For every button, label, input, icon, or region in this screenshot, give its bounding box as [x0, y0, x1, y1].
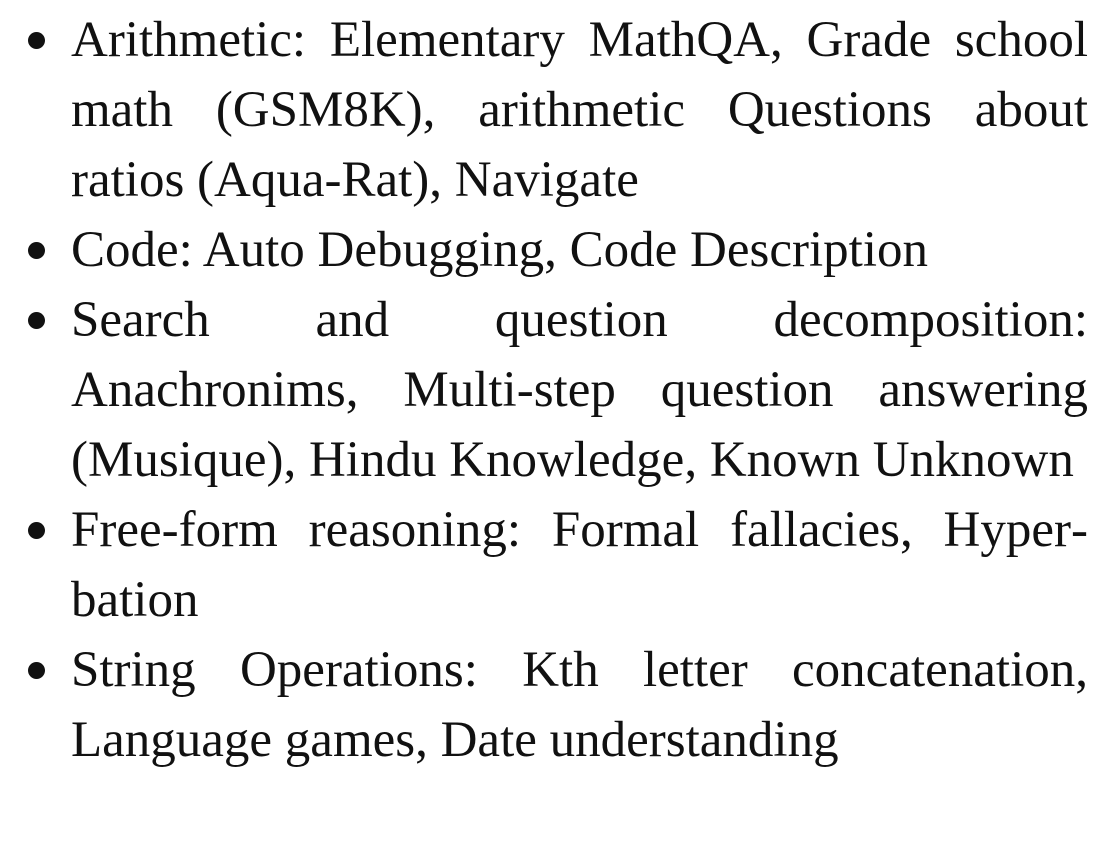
- list-item-text: String Operations: Kth letter concatenat…: [71, 642, 1088, 768]
- bullet-icon: [28, 242, 45, 259]
- list-item: Arithmetic: Elementary MathQA, Grade sch…: [18, 5, 1088, 215]
- list-item-text: Free-form reasoning: Formal fallacies, H…: [71, 502, 1088, 628]
- list-item: Search and question decomposition: Anach…: [18, 285, 1088, 495]
- list-item-text: Code: Auto Debugging, Code Description: [71, 222, 928, 278]
- bullet-icon: [28, 522, 45, 539]
- list-item: Free-form reasoning: Formal fallacies, H…: [18, 495, 1088, 635]
- list-item: String Operations: Kth letter concatenat…: [18, 635, 1088, 775]
- list-item-text: Arithmetic: Elementary MathQA, Grade sch…: [71, 12, 1088, 208]
- bullet-icon: [28, 312, 45, 329]
- bullet-icon: [28, 32, 45, 49]
- list-item: Code: Auto Debugging, Code Description: [18, 215, 1088, 285]
- document-body: Arithmetic: Elementary MathQA, Grade sch…: [18, 5, 1088, 775]
- list-item-text: Search and question decomposition: Anach…: [71, 292, 1088, 488]
- bullet-icon: [28, 662, 45, 679]
- bullet-list: Arithmetic: Elementary MathQA, Grade sch…: [18, 5, 1088, 775]
